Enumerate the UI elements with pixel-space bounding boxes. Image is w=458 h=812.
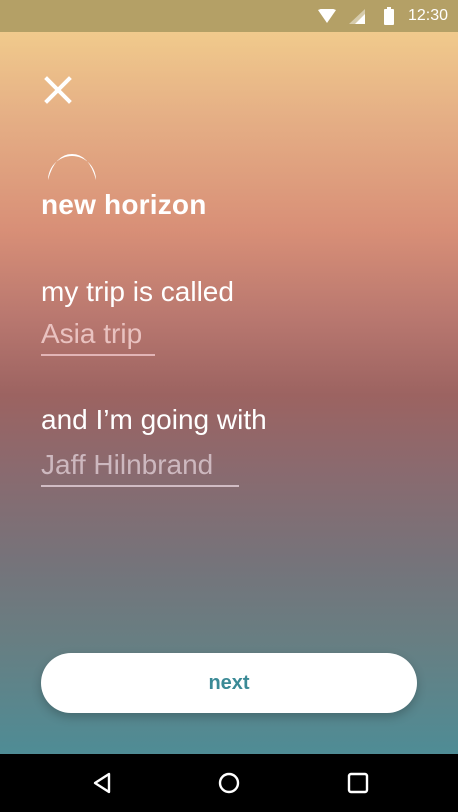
navigation-bar bbox=[0, 754, 458, 812]
new-trip-screen: 12:30 new horizon my trip is called Asia… bbox=[0, 0, 458, 812]
wifi-icon bbox=[318, 8, 336, 28]
companion-input[interactable]: Jaff Hilnbrand bbox=[41, 449, 239, 487]
status-time: 12:30 bbox=[408, 7, 449, 24]
status-bar: 12:30 bbox=[0, 0, 458, 32]
recents-button[interactable] bbox=[346, 771, 370, 795]
companion-prompt: and I’m going with bbox=[41, 404, 267, 435]
recents-icon bbox=[346, 772, 370, 799]
close-icon bbox=[42, 76, 74, 110]
next-button-label: next bbox=[208, 671, 250, 694]
horizon-logo-icon bbox=[46, 134, 98, 180]
app-title: new horizon bbox=[41, 189, 207, 220]
battery-icon bbox=[384, 7, 394, 30]
next-button[interactable]: next bbox=[41, 653, 417, 713]
home-button[interactable] bbox=[217, 771, 241, 795]
back-icon bbox=[91, 772, 115, 799]
close-button[interactable] bbox=[42, 74, 74, 106]
signal-icon bbox=[349, 9, 365, 29]
back-button[interactable] bbox=[91, 771, 115, 795]
home-icon bbox=[217, 772, 241, 799]
trip-name-input[interactable]: Asia trip bbox=[41, 318, 155, 356]
trip-name-prompt: my trip is called bbox=[41, 276, 234, 307]
